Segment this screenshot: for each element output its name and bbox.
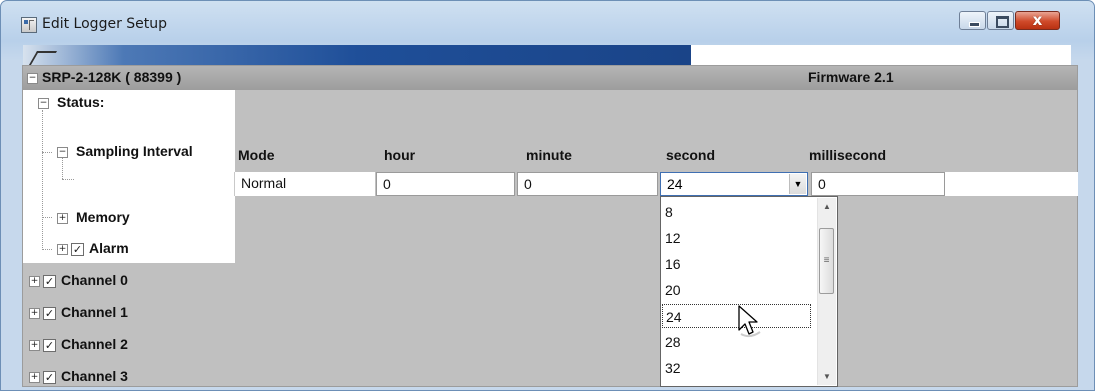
scroll-thumb[interactable]: ≡ xyxy=(819,228,834,294)
minimize-icon xyxy=(969,22,980,27)
tree-connector xyxy=(62,179,74,180)
progress-band xyxy=(23,45,691,65)
dropdown-option[interactable]: 28 xyxy=(665,330,805,354)
sampling-collapse-icon[interactable]: − xyxy=(57,147,68,158)
minimize-button[interactable] xyxy=(959,11,986,30)
dropdown-option[interactable]: 20 xyxy=(665,278,805,302)
hour-field[interactable]: 0 xyxy=(376,172,515,196)
row-blank xyxy=(945,172,1078,196)
channel-3-checkbox[interactable]: ✓ xyxy=(43,371,56,384)
tree-connector xyxy=(42,152,52,153)
chevron-down-icon[interactable]: ▼ xyxy=(789,174,806,194)
tree-connector xyxy=(42,249,52,250)
channel-0-label: Channel 0 xyxy=(61,272,128,288)
maximize-button[interactable] xyxy=(987,11,1014,30)
scroll-down-icon[interactable]: ▼ xyxy=(818,368,836,385)
device-header-row[interactable]: − SRP-2-128K ( 88399 ) Firmware 2.1 xyxy=(23,66,1077,90)
dropdown-option[interactable]: 8 xyxy=(665,200,805,224)
channel-2-checkbox[interactable]: ✓ xyxy=(43,339,56,352)
edit-logger-setup-window: Edit Logger Setup x − SRP-2-128K ( 88399… xyxy=(0,0,1095,391)
channel-1-checkbox[interactable]: ✓ xyxy=(43,307,56,320)
device-collapse-icon[interactable]: − xyxy=(27,73,38,84)
maximize-icon xyxy=(996,16,1009,28)
millisecond-field[interactable]: 0 xyxy=(811,172,945,196)
alarm-label: Alarm xyxy=(89,240,129,256)
app-icon xyxy=(21,17,37,33)
header-mode: Mode xyxy=(238,147,275,163)
dropdown-option[interactable]: 32 xyxy=(665,356,805,380)
channel-0-checkbox[interactable]: ✓ xyxy=(43,275,56,288)
second-value: 24 xyxy=(667,176,683,192)
header-second: second xyxy=(666,147,716,163)
mode-field[interactable]: Normal xyxy=(234,172,375,196)
header-minute: minute xyxy=(526,147,572,163)
channel-3-label: Channel 3 xyxy=(61,368,128,384)
tree-connector xyxy=(42,110,43,250)
alarm-expand-icon[interactable]: + xyxy=(57,244,68,255)
dropdown-scrollbar[interactable]: ▲ ≡ ▼ xyxy=(817,198,836,385)
tree-connector xyxy=(42,217,52,218)
status-collapse-icon[interactable]: − xyxy=(38,98,49,109)
firmware-label: Firmware 2.1 xyxy=(808,69,894,85)
title-bar[interactable]: Edit Logger Setup x xyxy=(1,1,1094,45)
dropdown-option[interactable]: 12 xyxy=(665,226,805,250)
status-label: Status: xyxy=(57,94,105,110)
close-button[interactable]: x xyxy=(1015,11,1060,30)
header-hour: hour xyxy=(384,147,416,163)
property-grid: − SRP-2-128K ( 88399 ) Firmware 2.1 − St… xyxy=(22,65,1078,387)
second-combobox[interactable]: 24 ▼ xyxy=(660,172,808,196)
minute-field[interactable]: 0 xyxy=(517,172,658,196)
channel-1-expand-icon[interactable]: + xyxy=(29,308,40,319)
close-icon: x xyxy=(1032,11,1043,29)
second-dropdown-list[interactable]: 8 12 16 20 24 28 32 ▲ ≡ ▼ xyxy=(660,196,838,387)
memory-expand-icon[interactable]: + xyxy=(57,213,68,224)
window-title: Edit Logger Setup xyxy=(42,16,168,32)
memory-label: Memory xyxy=(76,209,130,225)
scroll-up-icon[interactable]: ▲ xyxy=(818,198,836,215)
tree-connector xyxy=(62,157,63,179)
mouse-cursor-icon xyxy=(738,305,761,338)
device-name: SRP-2-128K ( 88399 ) xyxy=(42,69,182,85)
channel-1-label: Channel 1 xyxy=(61,304,128,320)
alarm-checkbox[interactable]: ✓ xyxy=(71,243,84,256)
channel-2-label: Channel 2 xyxy=(61,336,128,352)
dropdown-option[interactable]: 16 xyxy=(665,252,805,276)
sampling-interval-label: Sampling Interval xyxy=(76,143,193,159)
status-tree-panel xyxy=(23,90,235,263)
channel-3-expand-icon[interactable]: + xyxy=(29,372,40,383)
header-millisecond: millisecond xyxy=(809,147,887,163)
channel-2-expand-icon[interactable]: + xyxy=(29,340,40,351)
channel-0-expand-icon[interactable]: + xyxy=(29,276,40,287)
toolbar-blank xyxy=(691,45,1071,65)
